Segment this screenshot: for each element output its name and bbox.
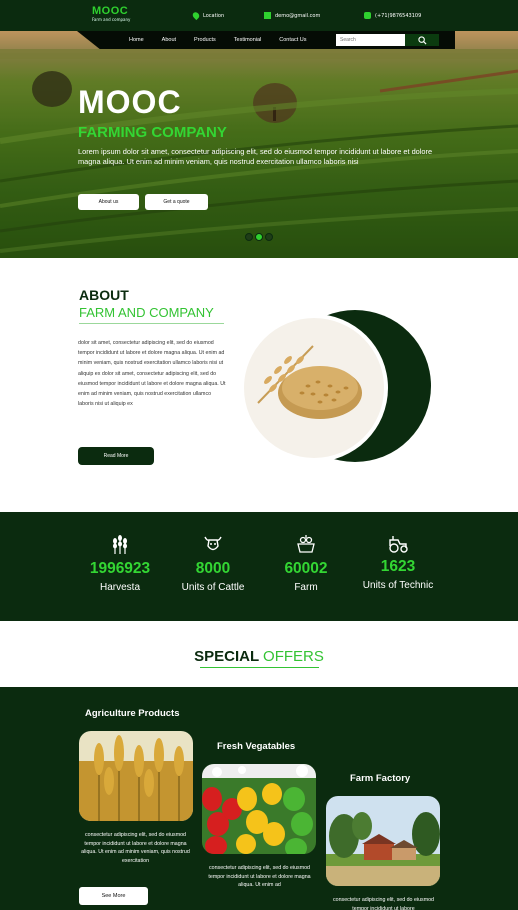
stat-technic: 1623 Units of Technic [348, 534, 448, 591]
slider-dots [245, 233, 273, 241]
field-background-image [0, 31, 518, 258]
tractor-icon [389, 536, 408, 553]
basket-icon [297, 535, 315, 553]
hero-banner: MOOC FARMING COMPANY Lorem ipsum dolor s… [0, 31, 518, 258]
card-title-factory: Farm Factory [350, 773, 411, 784]
search-input[interactable] [336, 34, 405, 46]
stat-cattle: 8000 Units of Cattle [163, 534, 263, 593]
card-text-vegetables: consectetur adipiscing elit, sed do eius… [208, 865, 311, 888]
card-image-vegetables[interactable] [202, 764, 316, 854]
offers-divider [200, 667, 319, 668]
about-us-button[interactable]: About us [78, 194, 139, 210]
offers-heading: SPECIAL OFFERS [194, 648, 324, 665]
nav-item-testimonial[interactable]: Testimonial [234, 37, 262, 43]
email-text: demo@gmail.com [275, 12, 321, 19]
hero-description: Lorem ipsum dolor sit amet, consectetur … [78, 147, 433, 166]
stat-farm: 60002 Farm [256, 534, 356, 593]
card-text-agriculture: consectetur adipiscing elit, sed do eius… [81, 832, 190, 864]
location-info[interactable]: Location [191, 10, 225, 21]
about-subheading: FARM AND COMPANY [79, 305, 214, 320]
stat-harvest: 1996923 Harvesta [70, 534, 170, 593]
card-title-agriculture: Agriculture Products [85, 708, 180, 719]
email-info[interactable]: demo@gmail.com [264, 12, 320, 19]
slider-dot[interactable] [265, 233, 273, 241]
about-divider [79, 323, 224, 324]
stat-label: Harvesta [99, 582, 140, 593]
card-text-factory: consectetur adipiscing elit, sed do eius… [333, 897, 434, 910]
search-icon [417, 35, 427, 45]
hero-subtitle: FARMING COMPANY [78, 124, 227, 141]
see-more-button[interactable]: See More [79, 887, 148, 905]
stat-label: Units of Cattle [181, 582, 245, 593]
logo-title: MOOC [92, 5, 129, 17]
grain-bowl-image [240, 310, 431, 462]
hero-title: MOOC [78, 84, 182, 120]
slider-dot[interactable] [245, 233, 253, 241]
stat-label: Units of Technic [362, 580, 434, 591]
about-heading: ABOUT [79, 287, 129, 303]
top-bar: MOOC Farm and company Location demo@gmai… [0, 0, 518, 31]
logo[interactable]: MOOC Farm and company [92, 5, 130, 22]
card-image-agriculture[interactable] [79, 731, 193, 821]
location-pin-icon [191, 10, 201, 21]
phone-info[interactable]: (+71)9876543109 [364, 12, 421, 19]
nav-item-home[interactable]: Home [129, 37, 144, 43]
stat-value: 1623 [380, 558, 416, 575]
cow-icon [204, 536, 222, 551]
location-text: Location [203, 12, 225, 19]
slider-dot-active[interactable] [255, 233, 263, 241]
stat-value: 1996923 [89, 560, 151, 577]
logo-tagline: Farm and company [92, 17, 131, 22]
main-nav: Home About Products Testimonial Contact … [129, 31, 307, 49]
get-quote-button[interactable]: Get a quote [145, 194, 208, 210]
about-text: dolor sit amet, consectetur adipiscing e… [78, 340, 226, 408]
stat-label: Farm [294, 582, 318, 593]
vegetables-image [202, 764, 316, 854]
mail-icon [264, 12, 271, 19]
farmhouse-image [326, 796, 440, 886]
phone-text: (+71)9876543109 [375, 12, 422, 19]
read-more-button[interactable]: Read More [78, 447, 154, 465]
wheat-field-image [79, 731, 193, 821]
nav-item-products[interactable]: Products [194, 37, 216, 43]
search-button[interactable] [405, 34, 439, 46]
card-title-vegetables: Fresh Vegatables [217, 741, 296, 752]
wheat-icon [113, 535, 127, 554]
stats-section: 1996923 Harvesta 8000 Units of Cattle 60… [0, 512, 518, 621]
about-image [238, 298, 433, 478]
stat-value: 60002 [284, 560, 328, 577]
nav-item-about[interactable]: About [162, 37, 176, 43]
phone-icon [364, 12, 371, 19]
nav-item-contact[interactable]: Contact Us [279, 37, 306, 43]
card-image-factory[interactable] [326, 796, 440, 886]
stat-value: 8000 [195, 560, 231, 577]
